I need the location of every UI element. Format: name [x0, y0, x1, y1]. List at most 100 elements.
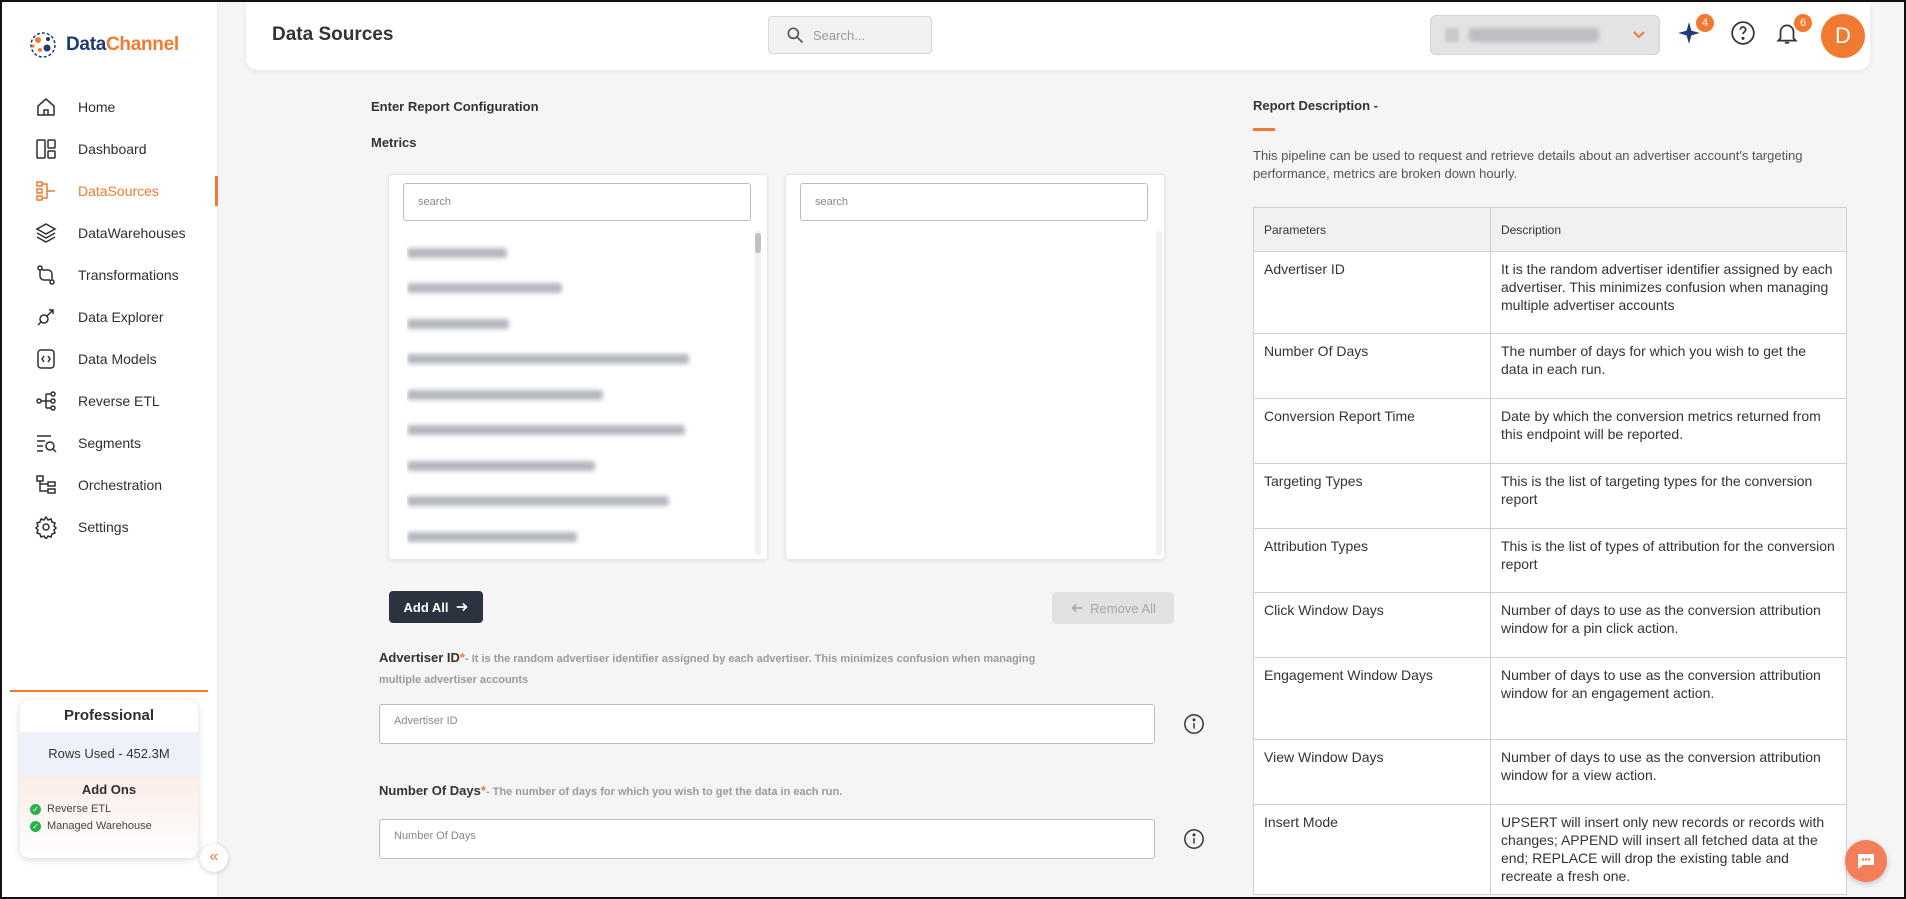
list-item[interactable]: [407, 555, 737, 556]
metrics-scrollbar[interactable]: [755, 231, 761, 555]
logo-icon: [26, 28, 60, 62]
report-description: This pipeline can be used to request and…: [1253, 148, 1803, 181]
list-item[interactable]: [407, 271, 737, 307]
search-input[interactable]: Search...: [768, 16, 932, 54]
list-item[interactable]: [407, 519, 737, 555]
explorer-icon: [37, 309, 54, 326]
chevron-down-icon: [1631, 26, 1647, 45]
check-icon: ✓: [30, 820, 41, 832]
sidebar-item-settings[interactable]: Settings: [2, 506, 218, 548]
account-avatar: [1445, 28, 1459, 42]
param-cell: Insert Mode: [1253, 804, 1491, 895]
top-header: Data Sources Search... 4 6 D: [246, 2, 1870, 70]
sidebar-item-segments[interactable]: Segments: [2, 422, 218, 464]
help-icon: [1731, 21, 1755, 45]
arrow-right-icon: [456, 602, 468, 612]
advertiser-id-field[interactable]: Advertiser ID: [379, 704, 1155, 744]
sidebar-item-datasources[interactable]: DataSources: [2, 170, 218, 212]
sidebar-item-label: Reverse ETL: [78, 393, 160, 409]
collapse-sidebar-button[interactable]: «: [200, 844, 228, 872]
list-item[interactable]: [407, 413, 737, 449]
layers-icon: [35, 223, 57, 243]
table-header-row: Parameters Description: [1253, 207, 1847, 252]
desc-cell: Number of days to use as the conversion …: [1490, 592, 1847, 658]
sidebar-item-label: Dashboard: [78, 141, 147, 157]
info-icon[interactable]: [1183, 713, 1205, 735]
sidebar-item-transformations[interactable]: Transformations: [2, 254, 218, 296]
addons-title: Add Ons: [81, 782, 137, 797]
plan-title: Professional: [63, 707, 155, 724]
table-row: View Window Days Number of days to use as…: [1253, 739, 1847, 805]
table-row: Advertiser ID It is the random advertiser…: [1253, 251, 1847, 334]
config-heading: Enter Report Configuration: [371, 99, 539, 114]
help-button[interactable]: [1730, 20, 1758, 48]
sidebar-item-orchestration[interactable]: Orchestration: [2, 464, 218, 506]
ai-badge: 4: [1696, 14, 1714, 32]
selected-metrics-search[interactable]: search: [800, 183, 1148, 221]
sidebar-item-data-models[interactable]: Data Models: [2, 338, 218, 380]
desc-cell: It is the random advertiser identifier a…: [1490, 251, 1847, 334]
metrics-items: [407, 235, 737, 555]
available-metrics-search[interactable]: search: [403, 183, 751, 221]
table-row: Conversion Report Time Date by which the …: [1253, 398, 1847, 464]
page-title: Data Sources: [272, 24, 394, 45]
chat-support-button[interactable]: [1845, 840, 1887, 882]
param-cell: Engagement Window Days: [1253, 657, 1491, 740]
title-underline: [1253, 128, 1275, 131]
arrow-left-icon: [1071, 603, 1083, 613]
table-row: Insert Mode UPSERT will insert only new r…: [1253, 804, 1847, 895]
chat-icon: [1858, 854, 1874, 869]
ai-assistant-button[interactable]: 4: [1676, 14, 1714, 48]
sidebar-item-home[interactable]: Home: [2, 86, 218, 128]
info-icon[interactable]: [1183, 828, 1205, 850]
sidebar-item-dashboard[interactable]: Dashboard: [2, 128, 218, 170]
brand-logo[interactable]: DataChannel: [26, 28, 179, 62]
sidebar-item-reverse-etl[interactable]: Reverse ETL: [2, 380, 218, 422]
list-item[interactable]: [407, 306, 737, 342]
sidebar-item-data-explorer[interactable]: Data Explorer: [2, 296, 218, 338]
param-cell: Number Of Days: [1253, 333, 1491, 399]
sidebar-item-datawarehouses[interactable]: DataWarehouses: [2, 212, 218, 254]
notification-badge: 6: [1794, 14, 1812, 32]
desc-cell: Date by which the conversion metrics ret…: [1490, 398, 1847, 464]
sidebar-item-label: Settings: [78, 519, 129, 535]
account-selector[interactable]: [1430, 15, 1660, 55]
sidebar-item-label: Data Explorer: [78, 309, 164, 325]
reverse-etl-icon: [36, 391, 56, 411]
transform-icon: [37, 265, 55, 285]
available-metrics-list: search: [388, 174, 768, 560]
add-all-button[interactable]: Add All: [389, 591, 483, 623]
list-item[interactable]: [407, 235, 737, 271]
table-row: Attribution Types This is the list of typ…: [1253, 528, 1847, 593]
addons-section: Add Ons ✓ Reverse ETL ✓ Managed Warehouse: [20, 776, 198, 858]
column-header-description: Description: [1490, 207, 1847, 252]
param-cell: Advertiser ID: [1253, 251, 1491, 334]
check-icon: ✓: [30, 803, 41, 815]
list-item[interactable]: [407, 448, 737, 484]
param-cell: Targeting Types: [1253, 463, 1491, 529]
remove-all-button[interactable]: Remove All: [1052, 592, 1174, 624]
home-icon: [37, 98, 55, 116]
list-item[interactable]: [407, 377, 737, 413]
number-of-days-field[interactable]: Number Of Days: [379, 819, 1155, 859]
data-models-icon: [37, 349, 55, 369]
param-cell: View Window Days: [1253, 739, 1491, 805]
table-row: Engagement Window Days Number of days to …: [1253, 657, 1847, 740]
desc-cell: This is the list of targeting types for …: [1490, 463, 1847, 529]
selected-scrollbar[interactable]: [1156, 231, 1162, 555]
param-cell: Conversion Report Time: [1253, 398, 1491, 464]
parameters-table: Parameters Description Advertiser ID It i…: [1253, 207, 1847, 895]
sidebar-nav: Home Dashboard DataSources DataWarehouse…: [2, 86, 218, 548]
param-cell: Attribution Types: [1253, 528, 1491, 593]
desc-cell: Number of days to use as the conversion …: [1490, 657, 1847, 740]
list-item[interactable]: [407, 342, 737, 378]
sidebar: DataChannel Home Dashboard DataSources D…: [2, 2, 218, 897]
table-row: Targeting Types This is the list of targe…: [1253, 463, 1847, 529]
user-avatar[interactable]: D: [1821, 14, 1865, 58]
list-item[interactable]: [407, 484, 737, 520]
notifications-button[interactable]: 6: [1774, 14, 1812, 48]
sidebar-item-label: DataSources: [78, 183, 159, 199]
segments-icon: [37, 435, 57, 453]
table-row: Click Window Days Number of days to use a…: [1253, 592, 1847, 658]
sidebar-item-label: DataWarehouses: [78, 225, 186, 241]
